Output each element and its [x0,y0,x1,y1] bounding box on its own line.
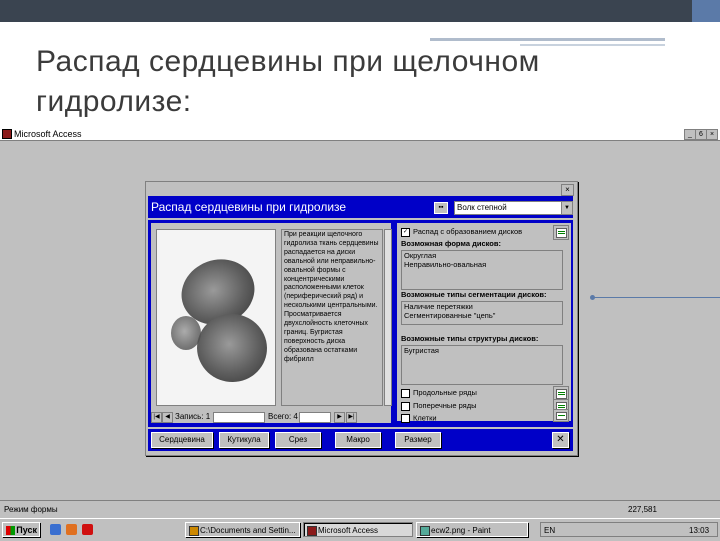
list-item[interactable]: Наличие перетяжки [402,302,562,311]
slide-top-accent [692,0,720,22]
task-paint-label: ecw2.png - Paint [431,526,491,535]
access-key-icon [307,526,317,536]
task-paint[interactable]: ecw2.png - Paint [416,522,528,537]
combo-pick-button[interactable]: ▪▪ [434,202,448,214]
form-body: При реакции щелочного гидролиза ткань се… [148,220,573,427]
clock: 13:03 [689,526,710,535]
notepad-icon[interactable] [553,225,569,240]
ie-icon[interactable] [50,524,61,535]
slide-title-line-2: гидролизе: [36,85,192,118]
option-checkbox-2[interactable] [401,401,410,411]
option-row-2[interactable]: Поперечные ряды [401,401,477,411]
segment-listbox[interactable]: Наличие перетяжки Сегментированные "цепь… [401,301,563,325]
slide-top-bar [0,0,720,22]
description-text: При реакции щелочного гидролиза ткань се… [284,231,379,363]
slide-deco-line [430,38,665,41]
structure-listbox[interactable]: Бугристая [401,345,563,385]
last-record-button[interactable]: ▶| [346,412,357,423]
disc-breakdown-label: Распад с образованием дисков [413,227,523,236]
folder-icon [189,526,199,536]
species-select-value: Волк степной [457,203,507,212]
core-button[interactable]: Сердцевина [151,432,213,448]
start-button[interactable]: Пуск [2,522,40,537]
prev-record-button[interactable]: ◀ [162,412,173,423]
access-key-icon [2,129,12,139]
record-navigator: |◀ ◀ Запись: 1 Всего: 4 ▶ ▶| [151,411,391,423]
status-right: 227,581 [628,505,657,514]
firefox-icon[interactable] [66,524,77,535]
description-textbox[interactable]: При реакции щелочного гидролиза ткань се… [281,229,383,406]
option-checkbox-3[interactable] [401,414,410,423]
slide-connector-line [593,297,720,298]
task-explorer[interactable]: C:\Documents and Settin... [185,522,300,537]
access-titlebar: Microsoft Access _ 6 × [0,128,720,141]
next-record-button[interactable]: ▶ [334,412,345,423]
slide-title-line-1: Распад сердцевины при щелочном [36,45,540,78]
structure-label: Возможные типы структуры дисков: [401,334,539,343]
cell-fragment-shape [171,316,201,350]
right-panel: ✓ Распад с образованием дисков Возможная … [397,223,571,423]
list-item[interactable]: Бугристая [402,346,562,355]
macro-button[interactable]: Макро [335,432,381,448]
close-app-button[interactable]: × [706,129,718,140]
task-explorer-label: C:\Documents and Settin... [200,526,296,535]
form-close-icon[interactable]: × [561,184,574,196]
status-left: Режим формы [4,505,58,514]
opera-icon[interactable] [82,524,93,535]
form-window: × Распад сердцевины при гидролизе ▪▪ Вол… [145,181,578,456]
total-label: Всего: 4 [268,412,298,421]
access-title: Microsoft Access [14,129,82,139]
form-title: Распад сердцевины при гидролизе [151,200,347,214]
form-exit-button[interactable]: ✕ [552,432,569,448]
notepad-icon[interactable] [553,409,569,422]
description-scrollbar[interactable] [384,229,392,406]
taskbar: Пуск C:\Documents and Settin... Microsof… [0,518,720,541]
option-checkbox-1[interactable] [401,388,410,398]
start-label: Пуск [16,525,37,535]
record-label: Запись: 1 [175,412,211,421]
option-label-1: Продольные ряды [413,388,477,397]
option-label-2: Поперечные ряды [413,401,477,410]
option-row-3[interactable]: Клетки [401,414,437,423]
form-header: Распад сердцевины при гидролизе ▪▪ Волк … [148,196,573,218]
task-access-label: Microsoft Access [318,526,379,535]
record-input[interactable] [213,412,265,423]
list-item[interactable]: Округлая [402,251,562,260]
total-box [299,412,331,423]
list-item[interactable]: Сегментированные "цепь" [402,311,562,320]
slide-title: Распад сердцевины при щелочном гидролизе… [36,42,676,122]
left-panel: При реакции щелочного гидролиза ткань се… [151,223,392,413]
form-button-bar: Сердцевина Кутикула Срез Макро Размер ✕ [148,429,573,451]
first-record-button[interactable]: |◀ [151,412,162,423]
chevron-down-icon[interactable]: ▼ [561,202,572,214]
windows-logo-icon [6,526,15,535]
species-select[interactable]: Волк степной ▼ [454,201,573,215]
cuticle-button[interactable]: Кутикула [219,432,269,448]
disc-breakdown-row[interactable]: ✓ Распад с образованием дисков [401,227,522,237]
size-button[interactable]: Размер [395,432,441,448]
segment-label: Возможные типы сегментации дисков: [401,290,547,299]
task-access[interactable]: Microsoft Access [303,522,413,537]
option-row-1[interactable]: Продольные ряды [401,388,477,398]
list-item[interactable]: Неправильно-овальная [402,260,562,269]
section-button[interactable]: Срез [275,432,321,448]
disc-breakdown-checkbox[interactable]: ✓ [401,227,410,237]
language-indicator[interactable]: EN [544,523,555,538]
shape-label: Возможная форма дисков: [401,239,501,248]
option-label-3: Клетки [413,413,437,423]
paint-icon [420,526,430,536]
status-bar: Режим формы 227,581 [0,500,720,519]
system-tray: EN 13:03 [540,522,718,537]
shape-listbox[interactable]: Округлая Неправильно-овальная [401,250,563,290]
micrograph-image [156,229,276,406]
